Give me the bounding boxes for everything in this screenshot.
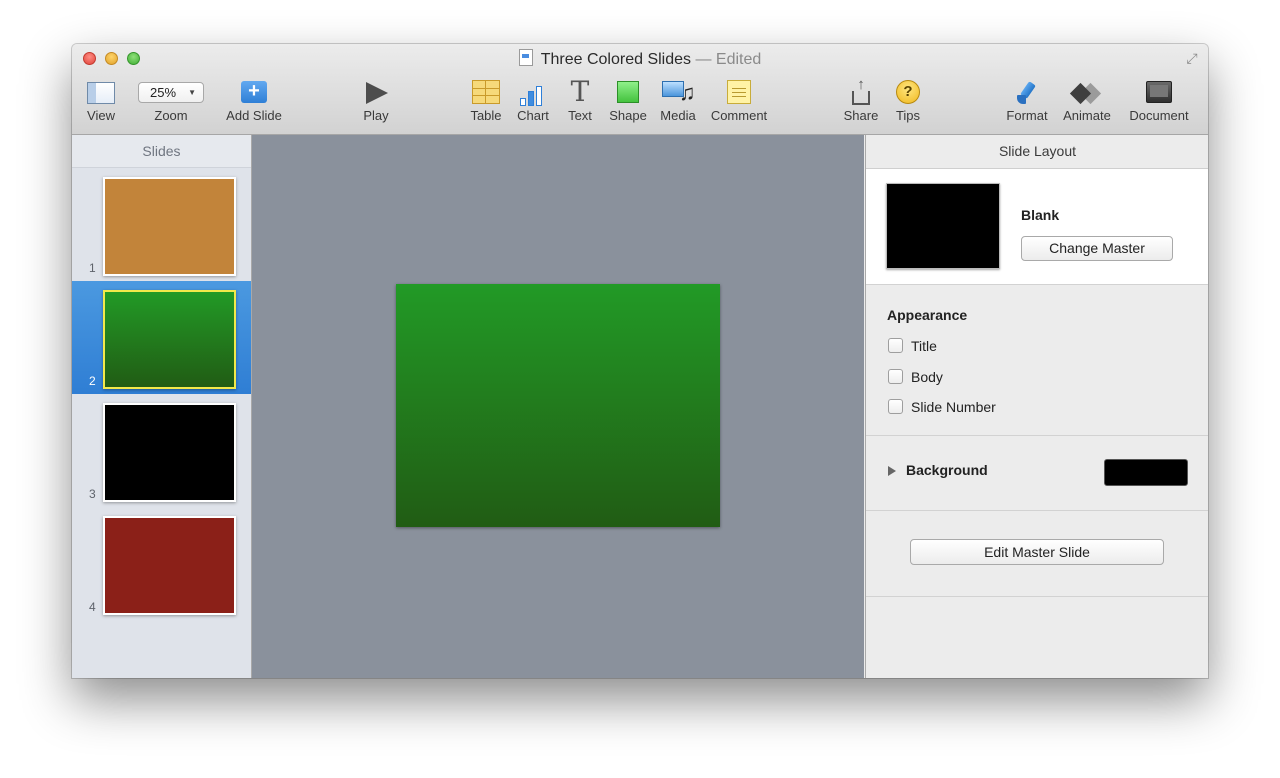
- document-name[interactable]: Three Colored Slides: [541, 51, 691, 68]
- shape-icon: [617, 81, 639, 103]
- slide-thumbnail[interactable]: [103, 403, 236, 502]
- edit-master-section: Edit Master Slide: [866, 511, 1208, 597]
- text-icon: T: [570, 75, 590, 108]
- master-thumbnail: [886, 183, 1000, 269]
- view-button[interactable]: View: [84, 78, 118, 124]
- share-icon: ↑: [850, 77, 872, 105]
- table-label: Table: [470, 108, 502, 123]
- body-checkbox-label[interactable]: Body: [911, 367, 943, 387]
- slide-number: 4: [89, 600, 96, 614]
- slide-thumbnail-row[interactable]: 4: [72, 507, 251, 620]
- background-color-well[interactable]: [1104, 459, 1188, 486]
- background-label[interactable]: Background: [906, 462, 988, 478]
- popup-arrow-icon: ▼: [188, 88, 196, 97]
- tips-icon: ?: [896, 80, 920, 104]
- slide-navigator: Slides 1 2 3 4: [72, 135, 252, 678]
- current-slide[interactable]: [396, 284, 720, 527]
- zoom-control[interactable]: 25% ▼ Zoom: [136, 78, 206, 124]
- animate-label: Animate: [1063, 108, 1111, 123]
- title-checkbox-label[interactable]: Title: [911, 336, 937, 356]
- title-checkbox[interactable]: [888, 338, 903, 353]
- keynote-document-icon: [518, 49, 533, 66]
- slide-number: 3: [89, 487, 96, 501]
- animate-button[interactable]: Animate: [1058, 78, 1116, 124]
- keynote-window: Three Colored Slides — Edited ⤢ View 25%…: [72, 44, 1208, 678]
- zoom-label: Zoom: [154, 108, 188, 123]
- animate-icon: [1069, 82, 1105, 105]
- background-section: Background: [866, 436, 1208, 511]
- edited-status: — Edited: [695, 51, 762, 68]
- add-slide-button[interactable]: + Add Slide: [222, 78, 286, 124]
- document-label: Document: [1129, 108, 1189, 123]
- slide-layout-inspector: Slide Layout Blank Change Master Appeara…: [865, 135, 1208, 678]
- chart-icon: [519, 82, 547, 106]
- slide-thumbnail[interactable]: [103, 177, 236, 276]
- play-icon: [366, 82, 388, 104]
- slide-thumbnail[interactable]: [103, 290, 236, 389]
- share-label: Share: [843, 108, 879, 123]
- body-checkbox[interactable]: [888, 369, 903, 384]
- slide-number-checkbox[interactable]: [888, 399, 903, 414]
- table-icon: [472, 80, 500, 104]
- table-button[interactable]: Table: [466, 78, 506, 124]
- inspector-header: Slide Layout: [866, 135, 1208, 169]
- slide-thumbnail-row-selected[interactable]: 2: [72, 281, 251, 394]
- slide-thumbnail-row[interactable]: 3: [72, 394, 251, 507]
- play-button[interactable]: Play: [358, 78, 394, 124]
- media-label: Media: [660, 108, 696, 123]
- add-slide-label: Add Slide: [226, 108, 282, 123]
- edit-master-slide-button[interactable]: Edit Master Slide: [910, 539, 1164, 565]
- text-button[interactable]: T Text: [562, 78, 598, 124]
- change-master-button[interactable]: Change Master: [1021, 236, 1173, 261]
- zoom-popup[interactable]: 25% ▼: [138, 82, 204, 103]
- view-icon: [87, 82, 115, 104]
- document-icon: [1146, 81, 1172, 103]
- appearance-title: Appearance: [887, 307, 968, 323]
- shape-button[interactable]: Shape: [606, 78, 650, 124]
- slide-navigator-header: Slides: [72, 135, 251, 168]
- comment-icon: [727, 80, 751, 104]
- slide-number: 2: [89, 374, 96, 388]
- slide-number: 1: [89, 261, 96, 275]
- comment-label: Comment: [710, 108, 768, 123]
- format-label: Format: [1006, 108, 1048, 123]
- tips-button[interactable]: ? Tips: [890, 78, 926, 124]
- document-button[interactable]: Document: [1124, 78, 1194, 124]
- slide-number-checkbox-label[interactable]: Slide Number: [911, 397, 996, 417]
- master-section: Blank Change Master: [866, 169, 1208, 285]
- slide-thumbnail-row[interactable]: 1: [72, 168, 251, 281]
- chart-label: Chart: [517, 108, 549, 123]
- text-label: Text: [568, 108, 592, 123]
- paintbrush-icon: [1015, 80, 1039, 104]
- window-title: Three Colored Slides — Edited: [72, 49, 1208, 69]
- appearance-section: Appearance Title Body Slide Number: [866, 285, 1208, 436]
- play-label: Play: [363, 108, 389, 123]
- shape-label: Shape: [609, 108, 647, 123]
- disclosure-triangle-icon[interactable]: [888, 466, 896, 476]
- comment-button[interactable]: Comment: [706, 78, 772, 124]
- master-name: Blank: [1021, 207, 1060, 223]
- titlebar: Three Colored Slides — Edited ⤢ View 25%…: [72, 44, 1208, 135]
- chart-button[interactable]: Chart: [514, 78, 552, 124]
- view-label: View: [87, 108, 115, 123]
- tips-label: Tips: [895, 108, 921, 123]
- format-button[interactable]: Format: [1002, 78, 1052, 124]
- fullscreen-icon[interactable]: ⤢: [1184, 50, 1200, 66]
- slide-thumbnail[interactable]: [103, 516, 236, 615]
- slide-canvas[interactable]: [252, 135, 864, 678]
- share-button[interactable]: ↑ Share: [842, 77, 880, 124]
- plus-icon: +: [241, 81, 267, 103]
- zoom-value: 25%: [150, 85, 177, 100]
- media-icon: ♫: [662, 81, 696, 105]
- media-button[interactable]: ♫ Media: [656, 78, 700, 124]
